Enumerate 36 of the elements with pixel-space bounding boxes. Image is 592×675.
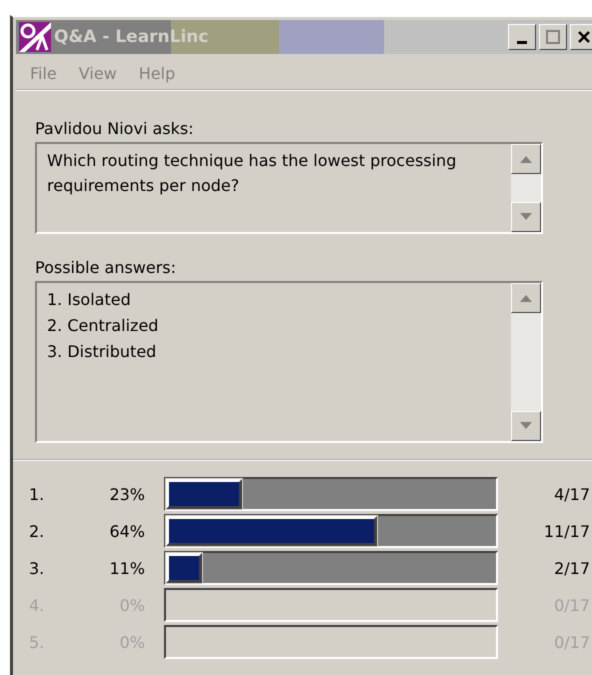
vote-count: 4/17 <box>553 484 590 504</box>
window-title: Q&A - LearnLinc <box>54 27 208 47</box>
scroll-up-button[interactable] <box>511 144 541 174</box>
scroll-up-icon <box>519 294 533 302</box>
scroll-down-button[interactable] <box>511 411 541 441</box>
menu-item[interactable]: File <box>30 64 57 83</box>
scroll-up-icon <box>519 155 533 163</box>
app-icon <box>19 22 51 52</box>
answer-option: 1. Isolated <box>47 287 501 313</box>
answer-option: 3. Distributed <box>47 339 501 365</box>
answer-number: 3. <box>29 558 46 578</box>
asker-label: Pavlidou Niovi asks: <box>35 119 195 138</box>
scrollbar[interactable] <box>511 283 541 441</box>
vote-count: 11/17 <box>542 522 590 540</box>
scroll-down-icon <box>519 213 533 221</box>
close-button[interactable] <box>570 24 592 50</box>
maximize-icon <box>546 30 560 44</box>
minimize-icon <box>517 40 527 44</box>
scroll-down-icon <box>519 422 533 430</box>
vote-count: 2/17 <box>553 558 590 578</box>
answer-number: 2. <box>29 522 46 540</box>
minimize-button[interactable] <box>508 24 536 50</box>
menu-item[interactable]: View <box>78 64 117 83</box>
scroll-down-button[interactable] <box>511 202 541 232</box>
scrollbar[interactable] <box>511 144 541 232</box>
answer-number: 1. <box>29 484 46 504</box>
answers-label: Possible answers: <box>35 258 178 277</box>
menu-item[interactable]: Help <box>138 64 176 83</box>
vote-percent: 11% <box>108 558 145 578</box>
scroll-up-button[interactable] <box>511 283 541 313</box>
close-icon <box>577 30 591 44</box>
vote-percent: 23% <box>108 484 145 504</box>
maximize-button[interactable] <box>539 24 567 50</box>
question-text: Which routing technique has the lowest processing requirements per node? <box>46 150 458 197</box>
vote-percent: 64% <box>108 522 145 540</box>
answer-option: 2. Centralized <box>47 313 501 339</box>
